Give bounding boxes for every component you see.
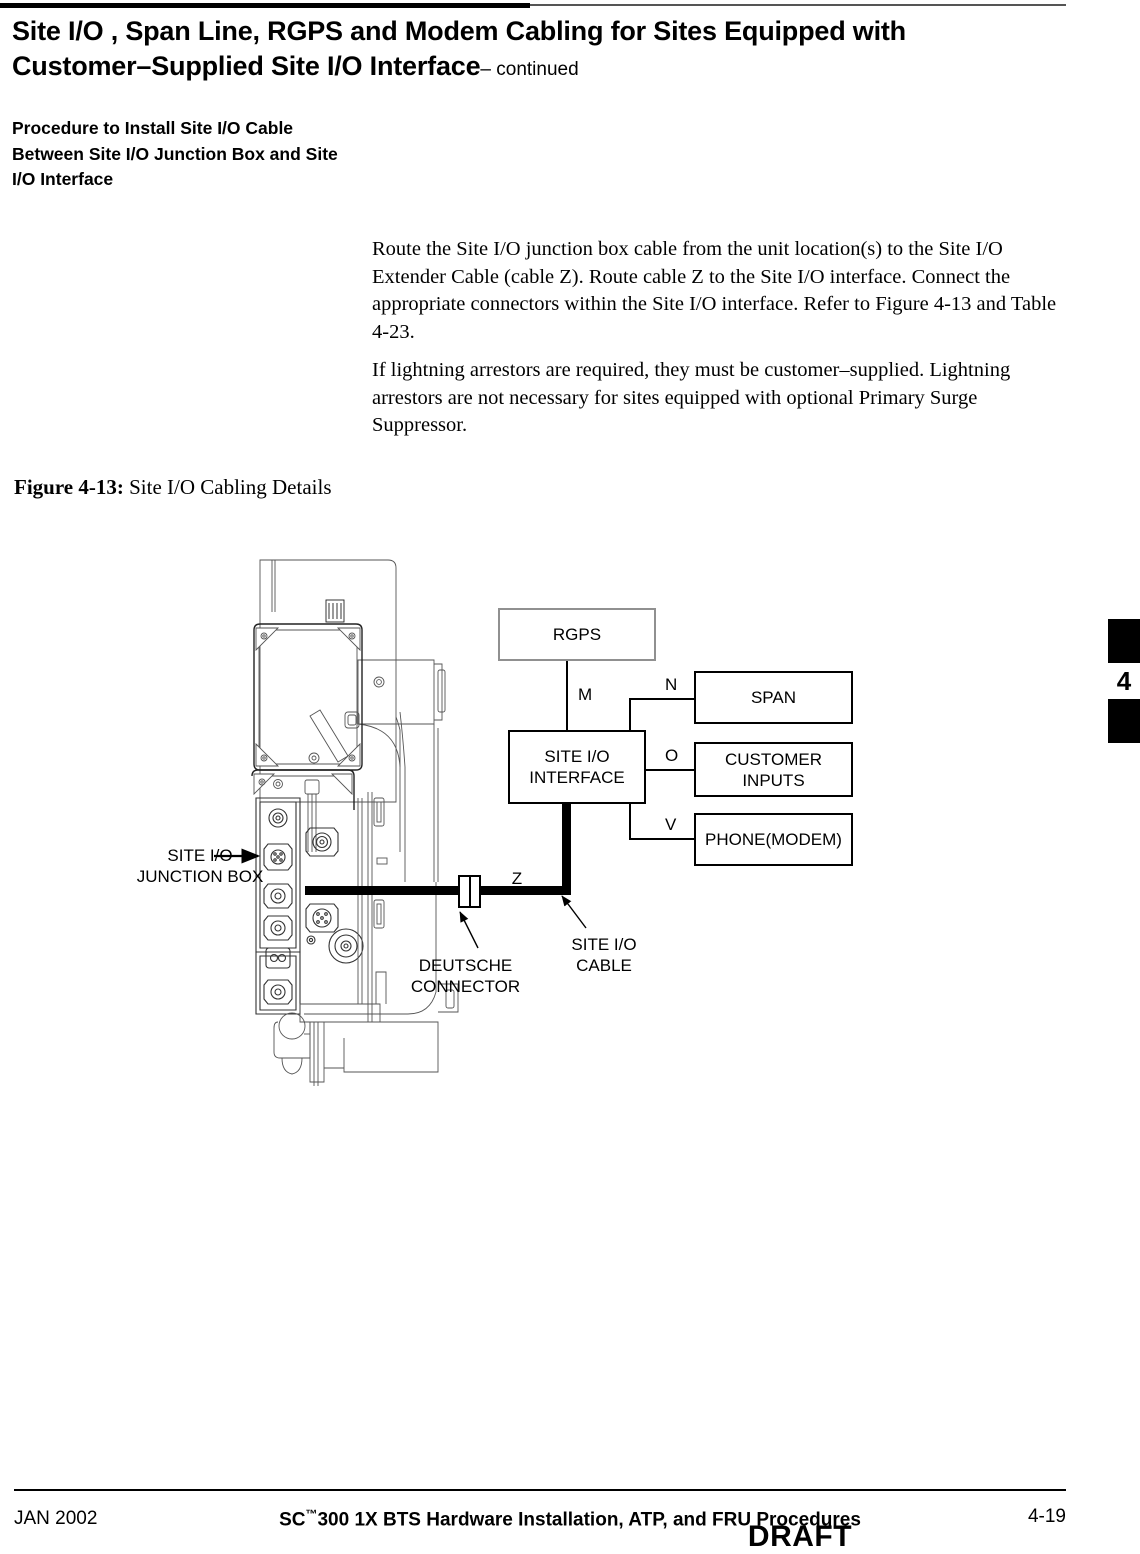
chapter-tab-top-block bbox=[1108, 619, 1140, 663]
page-title-line-2: Customer–Supplied Site I/O Interface bbox=[12, 51, 481, 81]
header-rule-thin bbox=[530, 4, 1066, 6]
figure-caption: Figure 4-13: Site I/O Cabling Details bbox=[14, 475, 332, 500]
callout-cable-line-1: SITE I/O bbox=[571, 935, 637, 954]
wire-label-v: V bbox=[662, 815, 680, 835]
block-span: SPAN bbox=[694, 671, 853, 724]
wire-n-horizontal bbox=[629, 698, 695, 700]
wire-label-n: N bbox=[662, 675, 681, 695]
block-phone-modem: PHONE(MODEM) bbox=[694, 813, 853, 866]
callout-cable-z-label: Z bbox=[511, 869, 523, 888]
figure-caption-text: Site I/O Cabling Details bbox=[129, 475, 332, 499]
wire-v-vertical bbox=[629, 803, 631, 840]
page-title-line-1: Site I/O , Span Line, RGPS and Modem Cab… bbox=[12, 16, 906, 46]
block-customer-inputs: CUSTOMER INPUTS bbox=[694, 742, 853, 797]
wire-o bbox=[645, 769, 695, 771]
block-customer-inputs-line-1: CUSTOMER bbox=[725, 749, 822, 769]
site-io-cable-vertical bbox=[562, 800, 571, 895]
page-title: Site I/O , Span Line, RGPS and Modem Cab… bbox=[12, 14, 1052, 87]
block-site-io-interface: SITE I/O INTERFACE bbox=[508, 730, 646, 804]
header-rule-thick bbox=[0, 3, 530, 8]
callout-cable-line-2: CABLE bbox=[576, 956, 632, 975]
figure-caption-label: Figure 4-13: bbox=[14, 475, 124, 499]
site-io-cable-horizontal bbox=[305, 886, 569, 895]
callout-site-io-cable: SITE I/O CABLE bbox=[548, 934, 660, 976]
section-heading: Procedure to Install Site I/O Cable Betw… bbox=[12, 118, 338, 189]
wire-label-m: M bbox=[575, 685, 596, 705]
footer-date: JAN 2002 bbox=[14, 1508, 98, 1529]
wire-label-o: O bbox=[662, 746, 682, 766]
footer-doc-title-prefix: SC bbox=[279, 1509, 306, 1531]
callout-junction-box-line-2: JUNCTION BOX bbox=[136, 867, 264, 886]
chapter-tab-number: 4 bbox=[1116, 665, 1132, 696]
block-rgps: RGPS bbox=[498, 608, 656, 661]
callout-site-io-junction-box: SITE I/O JUNCTION BOX bbox=[105, 845, 295, 887]
callout-deutsche-line-2: CONNECTOR bbox=[410, 977, 521, 996]
footer-rule bbox=[14, 1489, 1066, 1491]
block-customer-inputs-line-2: INPUTS bbox=[742, 770, 805, 790]
footer-page-number: 4-19 bbox=[1027, 1506, 1066, 1527]
wire-n-vertical bbox=[629, 699, 631, 732]
body-paragraph-1: Route the Site I/O junction box cable fr… bbox=[372, 238, 1057, 343]
callout-deutsche-connector: DEUTSCHE CONNECTOR bbox=[378, 955, 553, 997]
callout-junction-box-line-1: SITE I/O bbox=[167, 846, 233, 865]
trademark-icon: ™ bbox=[305, 1507, 318, 1521]
footer-draft-watermark: DRAFT bbox=[747, 1520, 853, 1553]
wire-v-horizontal bbox=[629, 838, 695, 840]
deutsche-connector-symbol bbox=[458, 875, 481, 908]
wire-m bbox=[566, 661, 568, 731]
block-site-io-interface-line-1: SITE I/O bbox=[544, 747, 610, 766]
callout-deutsche-line-1: DEUTSCHE bbox=[418, 956, 513, 975]
chapter-tab-bottom-block bbox=[1108, 699, 1140, 743]
body-paragraph-2: If lightning arrestors are required, the… bbox=[372, 359, 1011, 436]
bts-equipment-illustration bbox=[251, 559, 459, 1086]
page-title-continued: – continued bbox=[480, 59, 579, 80]
block-site-io-interface-line-2: INTERFACE bbox=[529, 768, 625, 787]
figure-illustration: RGPS SITE I/O INTERFACE SPAN CUSTOMER IN… bbox=[0, 530, 1000, 1130]
